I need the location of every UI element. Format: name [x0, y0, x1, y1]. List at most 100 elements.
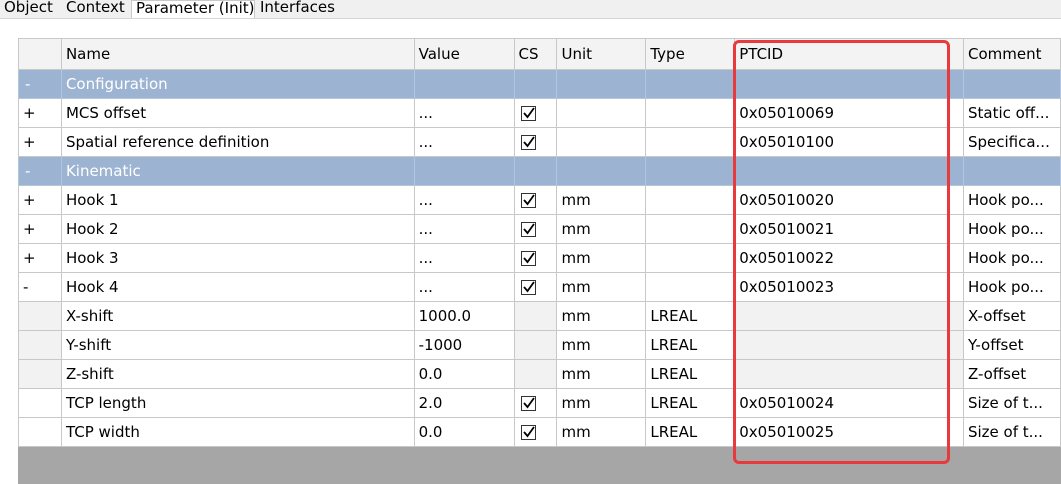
cell-value[interactable]: ...	[413, 127, 515, 157]
cell-name: MCS offset	[60, 98, 415, 128]
header-expander	[18, 38, 62, 70]
expand-toggle	[18, 359, 62, 389]
cs-checkbox-cell[interactable]	[513, 417, 558, 447]
tab-context[interactable]: Context	[62, 0, 129, 18]
expand-toggle[interactable]: +	[18, 98, 62, 128]
table-row[interactable]: + Spatial reference definition... 0x050101…	[18, 127, 1061, 157]
cell-value[interactable]: 0.0	[413, 359, 515, 389]
table-row[interactable]: TCP length 2.0 mm LREAL 0x05010024 Size of t.…	[18, 388, 1061, 418]
tab-object[interactable]: Object	[0, 0, 57, 18]
cs-checkbox[interactable]	[520, 424, 536, 440]
header-name[interactable]: Name	[60, 38, 415, 70]
cell-unit: mm	[556, 214, 647, 244]
cell-comment: Size of t...	[962, 417, 1061, 447]
table-row[interactable]: X-shift 1000.0 mm LREAL X-offset	[18, 301, 1061, 331]
cell-name: Spatial reference definition	[60, 127, 415, 157]
cs-checkbox[interactable]	[520, 221, 536, 237]
parameter-grid-area: Name Value CS Unit Type PTCID Comment -C…	[18, 38, 1061, 484]
expand-toggle	[18, 388, 62, 418]
category-cell	[962, 69, 1061, 99]
table-row[interactable]: + Hook 2... mm 0x05010021 Hook po...	[18, 214, 1061, 244]
cs-checkbox-cell[interactable]	[513, 98, 558, 128]
cell-comment: Size of t...	[962, 388, 1061, 418]
cell-type: LREAL	[645, 301, 736, 331]
header-type[interactable]: Type	[645, 38, 736, 70]
table-row[interactable]: Z-shift 0.0 mm LREAL Z-offset	[18, 359, 1061, 389]
category-cell	[413, 156, 515, 186]
category-row[interactable]: - Configuration	[18, 69, 1061, 99]
parameter-table: Name Value CS Unit Type PTCID Comment -C…	[18, 38, 1061, 447]
cell-type	[645, 185, 736, 215]
cell-value[interactable]: -1000	[413, 330, 515, 360]
expand-toggle[interactable]: +	[18, 243, 62, 273]
cell-type	[645, 127, 736, 157]
cell-ptcid: 0x05010023	[734, 272, 964, 302]
tab-parameter-init[interactable]: Parameter (Init)	[131, 0, 255, 18]
category-row[interactable]: - Kinematic	[18, 156, 1061, 186]
cs-checkbox[interactable]	[520, 192, 536, 208]
cell-name: TCP width	[60, 417, 415, 447]
cell-comment: X-offset	[962, 301, 1061, 331]
header-comment[interactable]: Comment	[962, 38, 1061, 70]
table-row[interactable]: - Hook 4... mm 0x05010023 Hook po...	[18, 272, 1061, 302]
cell-ptcid: 0x05010069	[734, 98, 964, 128]
cell-cs	[513, 359, 558, 389]
expand-toggle	[18, 301, 62, 331]
cell-value[interactable]: ...	[413, 185, 515, 215]
cell-comment: Y-offset	[962, 330, 1061, 360]
cell-name: Hook 3	[60, 243, 415, 273]
cs-checkbox-cell[interactable]	[513, 127, 558, 157]
cell-name: TCP length	[60, 388, 415, 418]
header-value[interactable]: Value	[413, 38, 515, 70]
cell-value[interactable]: ...	[413, 98, 515, 128]
category-label: Configuration	[60, 69, 415, 99]
expand-toggle[interactable]: -	[18, 272, 62, 302]
cs-checkbox-cell[interactable]	[513, 185, 558, 215]
cell-value[interactable]: 1000.0	[413, 301, 515, 331]
category-collapse-toggle[interactable]: -	[18, 69, 62, 99]
tab-bar: Object Context Parameter (Init) Interfac…	[0, 0, 1061, 19]
expand-toggle[interactable]: +	[18, 185, 62, 215]
cell-type	[645, 243, 736, 273]
cell-value[interactable]: ...	[413, 272, 515, 302]
header-unit[interactable]: Unit	[556, 38, 647, 70]
cell-name: Hook 4	[60, 272, 415, 302]
cs-checkbox[interactable]	[520, 279, 536, 295]
cell-unit: mm	[556, 243, 647, 273]
cs-checkbox[interactable]	[520, 134, 536, 150]
cell-ptcid: 0x05010020	[734, 185, 964, 215]
header-cs[interactable]: CS	[513, 38, 558, 70]
table-row[interactable]: + Hook 1... mm 0x05010020 Hook po...	[18, 185, 1061, 215]
table-row[interactable]: + Hook 3... mm 0x05010022 Hook po...	[18, 243, 1061, 273]
cs-checkbox-cell[interactable]	[513, 388, 558, 418]
cs-checkbox-cell[interactable]	[513, 243, 558, 273]
cs-checkbox[interactable]	[520, 250, 536, 266]
table-row[interactable]: TCP width 0.0 mm LREAL 0x05010025 Size of t..…	[18, 417, 1061, 447]
cell-value[interactable]: ...	[413, 214, 515, 244]
expand-toggle[interactable]: +	[18, 127, 62, 157]
cell-type	[645, 98, 736, 128]
header-row: Name Value CS Unit Type PTCID Comment	[18, 38, 1061, 70]
cell-name: Z-shift	[60, 359, 415, 389]
table-row[interactable]: + MCS offset... 0x05010069 Static off...	[18, 98, 1061, 128]
table-row[interactable]: Y-shift -1000 mm LREAL Y-offset	[18, 330, 1061, 360]
cell-ptcid: 0x05010100	[734, 127, 964, 157]
tab-interfaces[interactable]: Interfaces	[256, 0, 339, 18]
cs-checkbox-cell[interactable]	[513, 214, 558, 244]
cell-value[interactable]: 2.0	[413, 388, 515, 418]
expand-toggle	[18, 330, 62, 360]
cs-checkbox[interactable]	[520, 395, 536, 411]
expand-toggle[interactable]: +	[18, 214, 62, 244]
cell-unit	[556, 98, 647, 128]
cell-unit: mm	[556, 359, 647, 389]
cell-value[interactable]: ...	[413, 243, 515, 273]
category-collapse-toggle[interactable]: -	[18, 156, 62, 186]
cell-type: LREAL	[645, 388, 736, 418]
category-cell	[413, 69, 515, 99]
cs-checkbox[interactable]	[520, 105, 536, 121]
category-cell	[513, 69, 558, 99]
category-cell	[513, 156, 558, 186]
cell-value[interactable]: 0.0	[413, 417, 515, 447]
cs-checkbox-cell[interactable]	[513, 272, 558, 302]
header-ptcid[interactable]: PTCID	[734, 38, 964, 70]
